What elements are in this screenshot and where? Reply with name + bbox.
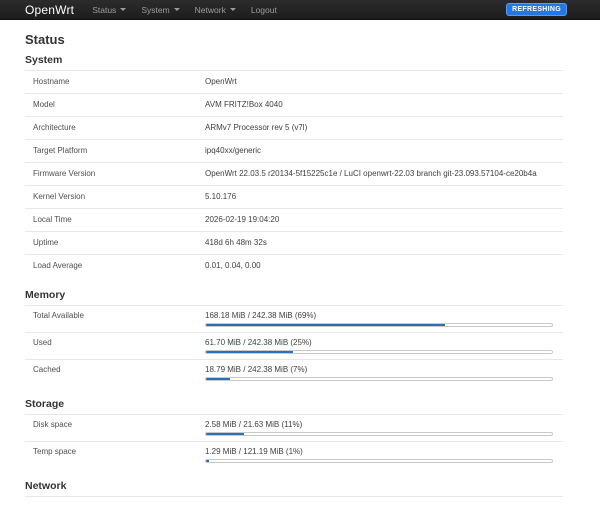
row-label: Cached	[33, 365, 61, 374]
row-value: 168.18 MiB / 242.38 MiB (69%)	[205, 306, 563, 332]
row-value: ipq40xx/generic	[205, 146, 262, 155]
row-label: Hostname	[33, 77, 70, 86]
progressbar-track	[205, 323, 553, 327]
section-network: Network	[25, 480, 563, 497]
row-label: Total Available	[33, 311, 84, 320]
section-system: System Hostname OpenWrt Model AVM FRITZ!Box …	[25, 54, 563, 277]
chevron-down-icon	[173, 8, 180, 11]
row-label: Architecture	[33, 123, 76, 132]
row-label: Local Time	[33, 215, 72, 224]
table-row: Disk space 2.58 MiB / 21.63 MiB (11%)	[25, 415, 563, 441]
table-row: Local Time 2026-02-19 19:04:20	[25, 208, 563, 231]
nav-item-logout[interactable]: Logout	[251, 5, 277, 15]
table-row: Uptime 418d 6h 48m 32s	[25, 231, 563, 254]
nav-item-label: System	[141, 4, 170, 15]
status-sections: System Hostname OpenWrt Model AVM FRITZ!Box …	[25, 54, 563, 497]
row-label: Load Average	[33, 261, 83, 270]
nav-item-label: Network	[194, 4, 226, 15]
row-value: 2.58 MiB / 21.63 MiB (11%)	[205, 415, 563, 441]
progressbar-track	[205, 459, 553, 463]
progressbar-fill	[206, 433, 245, 435]
progressbar-label: 18.79 MiB / 242.38 MiB (7%)	[205, 365, 308, 374]
row-value: 418d 6h 48m 32s	[205, 238, 267, 247]
table-row: Firmware Version OpenWrt 22.03.5 r20134-5…	[25, 162, 563, 185]
section-heading: System	[25, 54, 563, 71]
table-row: Hostname OpenWrt	[25, 71, 563, 93]
refreshing-button[interactable]: REFRESHING	[506, 3, 567, 16]
section-heading: Network	[25, 480, 563, 497]
row-label: Firmware Version	[33, 169, 96, 178]
row-value: OpenWrt	[205, 77, 237, 86]
row-value: 1.29 MiB / 121.19 MiB (1%)	[205, 442, 563, 468]
progressbar-label: 1.29 MiB / 121.19 MiB (1%)	[205, 447, 303, 456]
section-table: Total Available 168.18 MiB / 242.38 MiB (…	[25, 306, 563, 386]
row-label: Disk space	[33, 420, 73, 429]
row-value: 0.01, 0.04, 0.00	[205, 261, 261, 270]
progressbar-fill	[206, 460, 210, 462]
row-label: Temp space	[33, 447, 77, 456]
section-table: Disk space 2.58 MiB / 21.63 MiB (11%) Temp…	[25, 415, 563, 468]
row-label: Uptime	[33, 238, 59, 247]
table-row: Cached 18.79 MiB / 242.38 MiB (7%)	[25, 359, 563, 386]
row-value: ARMv7 Processor rev 5 (v7l)	[205, 123, 308, 132]
nav-item-label: Logout	[250, 4, 277, 15]
row-value: OpenWrt 22.03.5 r20134-5f15225c1e / LuCI…	[205, 169, 537, 178]
row-value: AVM FRITZ!Box 4040	[205, 100, 283, 109]
row-value: 61.70 MiB / 242.38 MiB (25%)	[205, 333, 563, 359]
progressbar-track	[205, 377, 553, 381]
table-row: Temp space 1.29 MiB / 121.19 MiB (1%)	[25, 441, 563, 468]
row-value: 5.10.176	[205, 192, 237, 201]
table-row: Used 61.70 MiB / 242.38 MiB (25%)	[25, 332, 563, 359]
table-row: Architecture ARMv7 Processor rev 5 (v7l)	[25, 116, 563, 139]
progressbar-track	[205, 350, 553, 354]
section-memory: Memory Total Available 168.18 MiB / 242.38…	[25, 289, 563, 386]
navbar: OpenWrt Status System Network Logout REF…	[0, 0, 600, 20]
section-storage: Storage Disk space 2.58 MiB / 21.63 MiB (1…	[25, 398, 563, 468]
table-row: Total Available 168.18 MiB / 242.38 MiB (…	[25, 306, 563, 332]
page-title: Status	[25, 32, 65, 47]
main-content: Status System Hostname OpenWrt Model AVM FRI…	[25, 32, 563, 497]
progressbar-track	[205, 432, 553, 436]
section-table: Hostname OpenWrt Model AVM FRITZ!Box 4040 Ar…	[25, 71, 563, 277]
progressbar-label: 2.58 MiB / 21.63 MiB (11%)	[205, 420, 303, 429]
row-label: Used	[33, 338, 52, 347]
progressbar-fill	[206, 351, 293, 353]
progressbar-label: 61.70 MiB / 242.38 MiB (25%)	[205, 338, 312, 347]
row-label: Model	[33, 100, 55, 109]
row-value: 2026-02-19 19:04:20	[205, 215, 280, 224]
nav-item-status[interactable]: Status	[92, 4, 127, 15]
row-label: Target Platform	[33, 146, 88, 155]
chevron-down-icon	[229, 8, 236, 11]
brand-openwrt[interactable]: OpenWrt	[25, 3, 74, 17]
section-heading: Memory	[25, 289, 563, 306]
row-label: Kernel Version	[33, 192, 86, 201]
table-row: Model AVM FRITZ!Box 4040	[25, 93, 563, 116]
progressbar-fill	[206, 324, 445, 326]
nav-item-label: Status	[92, 4, 117, 15]
table-row: Target Platform ipq40xx/generic	[25, 139, 563, 162]
table-row: Load Average 0.01, 0.04, 0.00	[25, 254, 563, 277]
table-row: Kernel Version 5.10.176	[25, 185, 563, 208]
nav-item-system[interactable]: System	[141, 4, 180, 15]
chevron-down-icon	[120, 8, 127, 11]
progressbar-fill	[206, 378, 231, 380]
progressbar-label: 168.18 MiB / 242.38 MiB (69%)	[205, 311, 317, 320]
section-heading: Storage	[25, 398, 563, 415]
row-value: 18.79 MiB / 242.38 MiB (7%)	[205, 360, 563, 386]
nav-item-network[interactable]: Network	[195, 5, 236, 15]
